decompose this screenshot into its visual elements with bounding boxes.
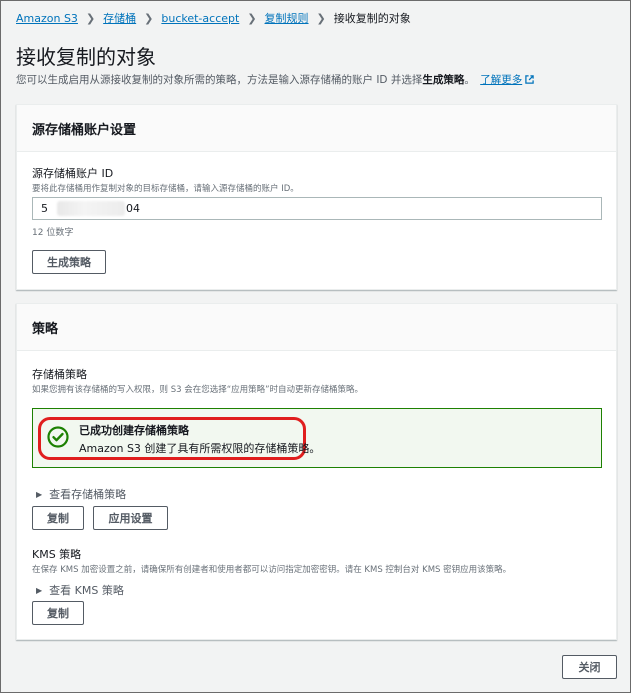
policy-panel: 策略 存储桶策略 如果您拥有该存储桶的写入权限，则 S3 会在您选择“应用策略”…: [16, 303, 617, 640]
page-description-text: 您可以生成启用从源接收复制的对象所需的策略，方法是输入源存储桶的账户 ID 并选…: [16, 74, 423, 86]
close-button[interactable]: 关闭: [562, 655, 617, 679]
page-description: 您可以生成启用从源接收复制的对象所需的策略，方法是输入源存储桶的账户 ID 并选…: [16, 72, 534, 87]
view-bucket-policy-expander[interactable]: ▶ 查看存储桶策略: [36, 486, 126, 502]
caret-right-icon: ▶: [36, 585, 43, 595]
chevron-right-icon: ❯: [316, 11, 326, 25]
view-bucket-policy-label: 查看存储桶策略: [49, 488, 127, 501]
generate-policy-button[interactable]: 生成策略: [32, 250, 106, 274]
breadcrumb-buckets[interactable]: 存储桶: [103, 10, 136, 26]
page-description-end: 。: [464, 74, 475, 86]
copy-bucket-policy-button[interactable]: 复制: [32, 506, 84, 530]
breadcrumb-bucket[interactable]: bucket-accept: [161, 12, 239, 25]
chevron-right-icon: ❯: [144, 11, 154, 25]
caret-right-icon: ▶: [36, 489, 43, 499]
success-text: Amazon S3 创建了具有所需权限的存储桶策略。: [79, 442, 321, 455]
view-kms-policy-expander[interactable]: ▶ 查看 KMS 策略: [36, 582, 124, 598]
page-description-bold: 生成策略: [422, 74, 465, 86]
source-account-panel-title: 源存储桶账户设置: [17, 105, 616, 152]
bucket-policy-hint: 如果您拥有该存储桶的写入权限，则 S3 会在您选择“应用策略”时自动更新存储桶策…: [32, 385, 364, 395]
source-account-id-hint: 要将此存储桶用作复制对象的目标存储桶，请输入源存储桶的账户 ID。: [32, 184, 299, 194]
check-circle-icon: [47, 426, 69, 448]
external-link-icon: [525, 75, 534, 84]
breadcrumb: Amazon S3 ❯ 存储桶 ❯ bucket-accept ❯ 复制规则 ❯…: [16, 10, 411, 26]
source-account-id-input[interactable]: 5 04: [32, 197, 602, 220]
breadcrumb-amazon-s3[interactable]: Amazon S3: [16, 12, 78, 25]
apply-settings-button[interactable]: 应用设置: [93, 506, 168, 530]
bucket-policy-label: 存储桶策略: [32, 368, 87, 381]
learn-more-label: 了解更多: [480, 74, 523, 86]
kms-policy-label: KMS 策略: [32, 548, 82, 561]
source-account-id-label: 源存储桶账户 ID: [32, 167, 114, 180]
chevron-right-icon: ❯: [85, 11, 96, 25]
kms-policy-hint: 在保存 KMS 加密设置之前，请确保所有创建者和使用者都可以访问指定加密密钥。请…: [32, 565, 512, 575]
window-frame: Amazon S3 ❯ 存储桶 ❯ bucket-accept ❯ 复制规则 ❯…: [0, 0, 631, 693]
page-title: 接收复制的对象: [16, 45, 156, 69]
account-id-suffix: 04: [126, 202, 140, 215]
account-id-constraint: 12 位数字: [32, 228, 74, 238]
breadcrumb-replication-rules[interactable]: 复制规则: [265, 10, 309, 26]
chevron-right-icon: ❯: [247, 11, 257, 25]
success-title: 已成功创建存储桶策略: [79, 424, 189, 437]
learn-more-link[interactable]: 了解更多: [480, 74, 534, 86]
policy-panel-title: 策略: [17, 304, 616, 351]
source-account-panel: 源存储桶账户设置 源存储桶账户 ID 要将此存储桶用作复制对象的目标存储桶，请输…: [16, 104, 617, 290]
breadcrumb-current: 接收复制的对象: [333, 12, 411, 25]
copy-kms-policy-button[interactable]: 复制: [32, 601, 84, 625]
redacted-region: [57, 201, 125, 216]
view-kms-policy-label: 查看 KMS 策略: [49, 584, 124, 597]
success-alert: 已成功创建存储桶策略 Amazon S3 创建了具有所需权限的存储桶策略。: [32, 408, 602, 468]
account-id-prefix: 5: [41, 202, 48, 215]
